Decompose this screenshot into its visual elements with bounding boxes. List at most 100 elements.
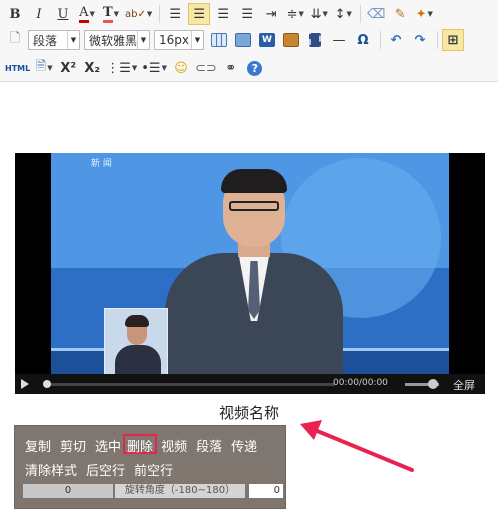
add-line-after-button[interactable]: 后空行 xyxy=(86,460,125,479)
paragraph-select[interactable]: 段落 ▼ xyxy=(28,30,80,50)
background-color-button[interactable]: T ▼ xyxy=(100,3,122,25)
chevron-down-icon: ▼ xyxy=(137,31,149,49)
rotation-control: 0 旋转角度（-180~180） 0 xyxy=(23,484,283,498)
link-icon: ⊂⊃ xyxy=(194,60,217,76)
gallery-button[interactable] xyxy=(280,29,302,51)
paragraph-spacing-button[interactable]: ⇊ ▼ xyxy=(308,3,330,25)
play-icon[interactable] xyxy=(21,379,29,389)
rotation-input[interactable]: 0 xyxy=(249,484,283,498)
toolbar-separator xyxy=(159,5,161,23)
fullscreen-button[interactable]: 全屏 xyxy=(453,377,475,393)
delete-button[interactable]: 删除 xyxy=(123,434,158,455)
align-justify-button[interactable]: ☰ xyxy=(236,3,258,25)
indent-button[interactable]: ⇥ xyxy=(260,3,282,25)
subscript-button[interactable]: X₂ xyxy=(81,57,103,79)
font-size-value: 16px xyxy=(159,33,189,47)
unordered-list-button[interactable]: •☰ ▼ xyxy=(140,57,168,79)
new-document-button[interactable]: 🗋 xyxy=(4,29,26,51)
chevron-down-icon: ▼ xyxy=(346,10,352,18)
html-source-button[interactable]: HTML xyxy=(4,57,31,79)
table-icon xyxy=(211,33,227,47)
align-center-icon: ☰ xyxy=(193,6,206,22)
image-button[interactable] xyxy=(232,29,254,51)
spellcheck-button[interactable]: ab✓ ▼ xyxy=(124,3,153,25)
font-family-select[interactable]: 微软雅黑 ▼ xyxy=(84,30,150,50)
template-icon: 🗎 xyxy=(35,59,47,74)
channel-logo: 新 闻 xyxy=(91,159,112,169)
video-button[interactable] xyxy=(304,29,326,51)
ordered-list-icon: ⋮☰ xyxy=(106,60,131,76)
font-size-select[interactable]: 16px ▼ xyxy=(154,30,204,50)
document-icon: 🗋 xyxy=(9,31,21,46)
ordered-list-button[interactable]: ⋮☰ ▼ xyxy=(105,57,138,79)
seek-bar[interactable] xyxy=(45,383,335,386)
eraser-button[interactable]: ⌫ xyxy=(365,3,387,25)
video-caption[interactable]: 视频名称 xyxy=(0,402,498,423)
clear-style-button[interactable]: 清除样式 xyxy=(25,460,77,479)
magic-wand-icon: ✦ xyxy=(415,6,427,22)
chevron-down-icon: ▼ xyxy=(67,31,79,49)
align-right-icon: ☰ xyxy=(217,6,230,22)
pass-button[interactable]: 传递 xyxy=(231,436,257,455)
signer-body xyxy=(115,345,161,374)
volume-handle[interactable] xyxy=(428,379,438,389)
underline-button[interactable]: U xyxy=(52,3,74,25)
chevron-down-icon: ▼ xyxy=(89,10,95,18)
emoticon-button[interactable]: ☺ xyxy=(170,57,192,79)
toolbar-row-3: HTML 🗎 ▼ X² X₂ ⋮☰ ▼ •☰ ▼ ☺ ⊂⊃ ⚭ ? xyxy=(4,56,268,80)
image-icon xyxy=(235,33,251,47)
video-controls: 00:00/00:00 全屏 xyxy=(15,374,485,394)
word-import-button[interactable]: W xyxy=(256,29,278,51)
seek-handle[interactable] xyxy=(43,380,51,388)
anchor-glasses xyxy=(229,201,279,211)
popup-row-1: 复制 剪切 选中 删除 视频 段落 传递 xyxy=(25,434,266,455)
annotation-arrow-icon xyxy=(300,420,414,472)
link-button[interactable]: ⊂⊃ xyxy=(194,57,218,79)
template-button[interactable]: 🗎 ▼ xyxy=(33,57,55,79)
chevron-down-icon: ▼ xyxy=(191,31,203,49)
format-painter-button[interactable]: ✎ xyxy=(389,3,411,25)
horizontal-rule-icon: — xyxy=(332,32,346,48)
toolbar-row-2: 🗋 段落 ▼ 微软雅黑 ▼ 16px ▼ W — Ω ↶ ↷ ⊞ xyxy=(4,28,466,52)
special-char-button[interactable]: Ω xyxy=(352,29,374,51)
undo-button[interactable]: ↶ xyxy=(385,29,407,51)
paragraph-button[interactable]: 段落 xyxy=(196,436,222,455)
help-button[interactable]: ? xyxy=(244,57,266,79)
search-replace-button[interactable]: ⚭ xyxy=(220,57,242,79)
paragraph-spacing-icon: ⇊ xyxy=(310,6,322,22)
video-button[interactable]: 视频 xyxy=(161,436,187,455)
video-frame: 新 闻 xyxy=(51,153,449,374)
magic-button[interactable]: ✦ ▼ xyxy=(413,3,435,25)
select-button[interactable]: 选中 xyxy=(95,436,121,455)
chevron-down-icon: ▼ xyxy=(161,64,167,72)
video-player[interactable]: 新 闻 00:00/00:00 全屏 xyxy=(15,153,485,394)
italic-button[interactable]: I xyxy=(28,3,50,25)
redo-button[interactable]: ↷ xyxy=(409,29,431,51)
font-color-button[interactable]: A ▼ xyxy=(76,3,98,25)
toolbar-row-1: B I U A ▼ T ▼ ab✓ ▼ ☰ ☰ ☰ ☰ ⇥ ≑ ▼ ⇊ ▼ ↕ ▼ ⌫ ✎ … xyxy=(4,2,437,26)
redo-icon: ↷ xyxy=(414,32,426,48)
plus-square-icon: ⊞ xyxy=(447,32,459,48)
horizontal-rule-button[interactable]: — xyxy=(328,29,350,51)
align-left-button[interactable]: ☰ xyxy=(164,3,186,25)
chevron-down-icon: ▼ xyxy=(146,10,153,18)
align-center-button[interactable]: ☰ xyxy=(188,3,211,25)
rotation-slider[interactable]: 0 xyxy=(23,484,113,498)
gallery-icon xyxy=(283,33,299,47)
add-line-before-button[interactable]: 前空行 xyxy=(134,460,173,479)
line-spacing-button[interactable]: ≑ ▼ xyxy=(284,3,306,25)
cut-button[interactable]: 剪切 xyxy=(60,436,86,455)
line-spacing-icon: ≑ xyxy=(286,6,298,22)
chevron-down-icon: ▼ xyxy=(131,64,138,72)
row-spacing-button[interactable]: ↕ ▼ xyxy=(332,3,354,25)
insert-frame-button[interactable]: ⊞ xyxy=(442,29,464,51)
anchor-hair xyxy=(221,169,287,193)
smiley-icon: ☺ xyxy=(174,60,188,76)
copy-button[interactable]: 复制 xyxy=(25,436,51,455)
superscript-button[interactable]: X² xyxy=(57,57,79,79)
toolbar-separator xyxy=(380,31,381,49)
table-button[interactable] xyxy=(208,29,230,51)
bold-button[interactable]: B xyxy=(4,3,26,25)
row-spacing-icon: ↕ xyxy=(334,6,346,22)
align-right-button[interactable]: ☰ xyxy=(212,3,234,25)
